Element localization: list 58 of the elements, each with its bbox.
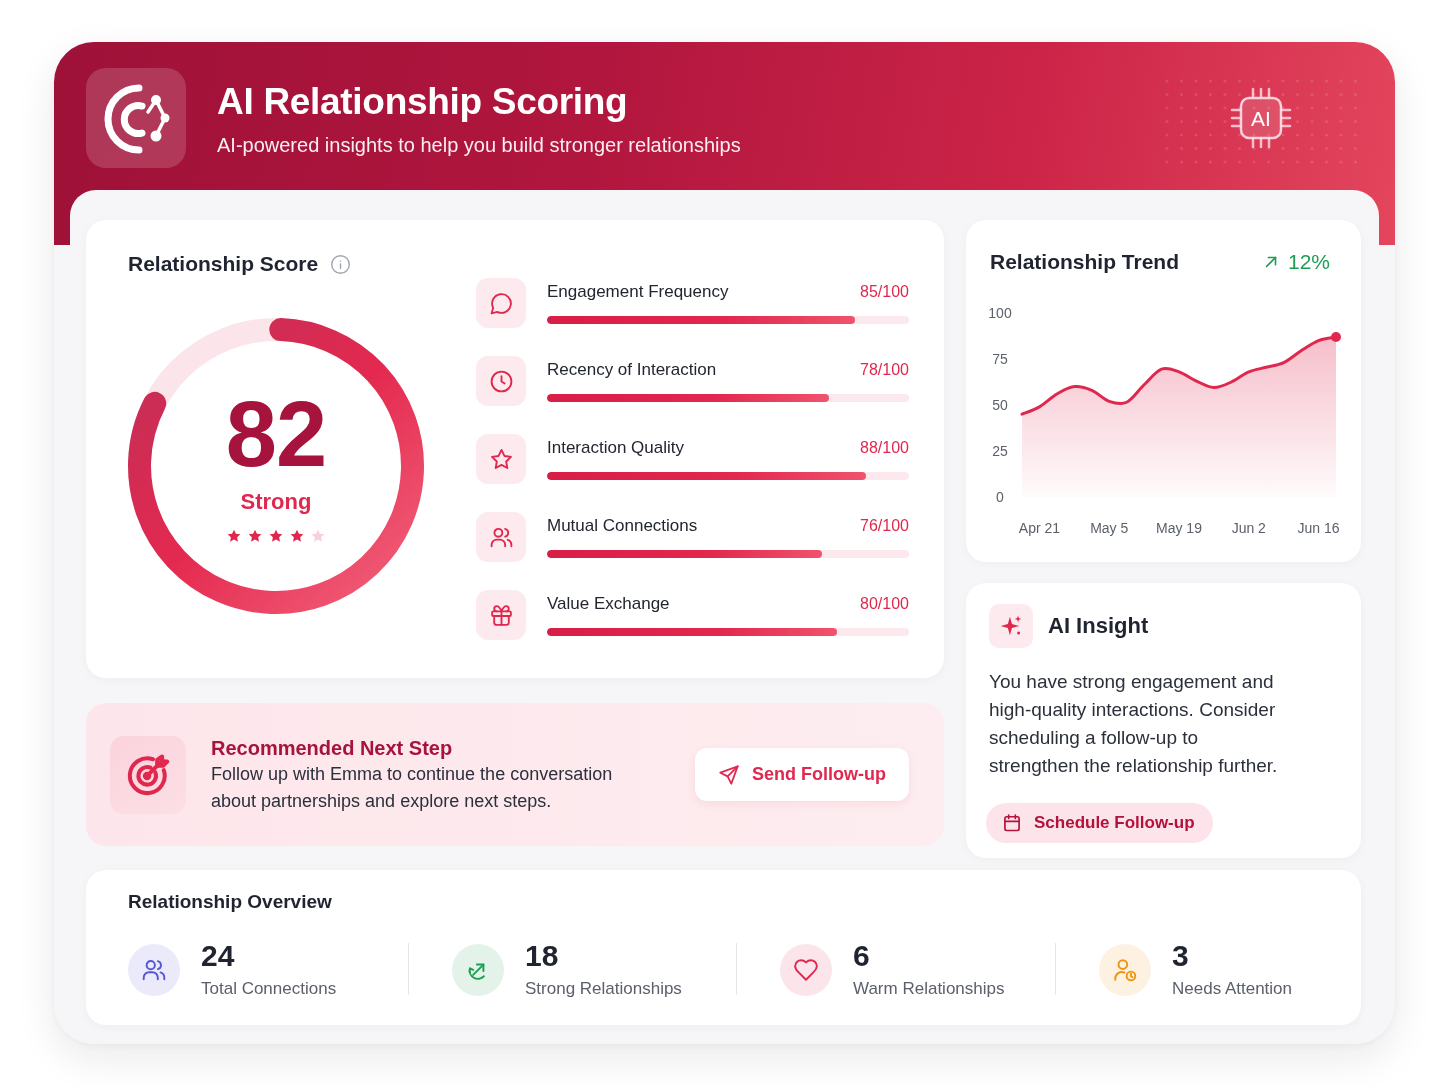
metric-label: Recency of Interaction [547, 359, 717, 381]
send-icon [718, 763, 740, 786]
stat-value: 3 [1172, 939, 1190, 973]
x-axis-label: May 5 [1090, 520, 1129, 536]
metric-label: Engagement Frequency [547, 281, 729, 303]
send-follow-up-button[interactable]: Send Follow-up [695, 748, 909, 801]
target-icon [110, 735, 186, 814]
star-icon [289, 528, 305, 544]
logo-icon [86, 68, 186, 168]
star-icon [268, 528, 284, 544]
metric-score: 85/100 [860, 282, 909, 302]
metric-label: Value Exchange [547, 593, 670, 615]
y-axis-label: 50 [992, 397, 1008, 413]
stat-value: 18 [525, 939, 560, 973]
trend-change: 12% [1287, 249, 1330, 275]
recommendation-title: Recommended Next Step [211, 735, 454, 761]
stat-value: 6 [853, 939, 871, 973]
stat-label: Total Connections [201, 978, 337, 1000]
y-axis-label: 25 [992, 443, 1008, 459]
y-axis-label: 75 [992, 351, 1008, 367]
page-title: AI Relationship Scoring [217, 80, 629, 124]
score-value: 82 [225, 388, 327, 480]
stat-value: 24 [201, 939, 236, 973]
star-icon [247, 528, 263, 544]
metric-score: 88/100 [860, 438, 909, 458]
metric-score: 78/100 [860, 360, 909, 380]
page-subtitle: AI-powered insights to help you build stronger relationships [217, 133, 741, 157]
metric-score: 76/100 [860, 516, 909, 536]
metric-label: Mutual Connections [547, 515, 698, 537]
info-icon[interactable] [330, 253, 352, 275]
card-title: Relationship Trend [990, 250, 1180, 274]
star-icon [310, 528, 326, 544]
star-icon [226, 528, 242, 544]
calendar-icon [1002, 813, 1022, 833]
schedule-follow-up-button[interactable]: Schedule Follow-up [986, 803, 1213, 843]
stat-label: Strong Relationships [525, 978, 682, 1000]
people-icon [476, 512, 526, 562]
x-axis-label: May 19 [1156, 520, 1202, 536]
x-axis-label: Jun 16 [1297, 520, 1340, 536]
card-title: Relationship Overview [128, 890, 333, 914]
recommendation-text: Follow up with Emma to continue the conversation about partnerships and explore next steps. [211, 762, 614, 813]
y-axis-label: 100 [988, 305, 1012, 321]
chat-bubble-icon [476, 278, 526, 328]
metric-score: 80/100 [860, 594, 909, 614]
sparkle-icon [989, 604, 1033, 648]
card-title: AI Insight [1048, 612, 1149, 640]
x-axis-label: Apr 21 [1018, 520, 1061, 536]
end-point-marker [1331, 331, 1341, 342]
metric-label: Interaction Quality [547, 437, 684, 459]
gift-icon [476, 590, 526, 640]
stat-label: Warm Relationships [853, 978, 1005, 1000]
card-title: Relationship Score [128, 252, 319, 276]
score-rating: Strong [240, 488, 312, 516]
insight-text: You have strong engagement and high-quality interactions. Consider scheduling a follow-up to strengthen the relationship further. [989, 670, 1279, 778]
stat-label: Needs Attention [1172, 978, 1293, 1000]
y-axis-label: 0 [996, 489, 1004, 505]
x-axis-label: Jun 2 [1231, 520, 1266, 536]
clock-icon [476, 356, 526, 406]
